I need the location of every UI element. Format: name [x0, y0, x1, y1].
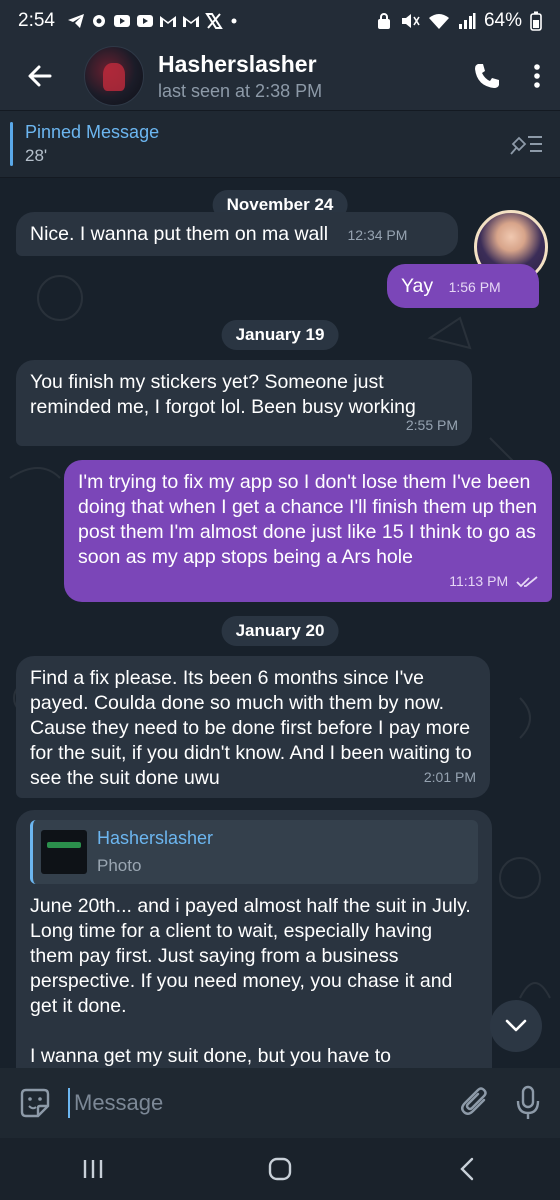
message-time: 12:34 PM: [347, 227, 408, 243]
reply-preview[interactable]: Hasherslasher Photo: [30, 820, 478, 884]
nav-back-button[interactable]: [437, 1147, 497, 1191]
battery-level: 64%: [483, 10, 522, 31]
system-navigation-bar: [0, 1138, 560, 1200]
paperclip-icon[interactable]: [460, 1086, 492, 1120]
dot-icon: [231, 18, 237, 24]
phone-icon[interactable]: [472, 61, 502, 91]
recents-button[interactable]: [63, 1147, 123, 1191]
nav-back-icon: [459, 1157, 473, 1181]
x-icon: [205, 13, 223, 29]
message-text: June 20th... and i payed almost half the…: [30, 895, 471, 1017]
telegram-icon: [67, 14, 84, 28]
home-button[interactable]: [250, 1147, 310, 1191]
message-text: Find a fix please. Its been 6 months sin…: [30, 667, 472, 789]
message-time: 2:55 PM: [405, 417, 458, 433]
settings-icon: [92, 15, 105, 27]
pinned-preview: 28': [25, 146, 48, 165]
battery-icon: [530, 11, 542, 31]
message-text: I'm trying to fix my app so I don't lose…: [78, 471, 538, 568]
chat-title: Hasherslasher: [158, 50, 317, 77]
incoming-message[interactable]: Find a fix please. Its been 6 months sin…: [16, 656, 490, 798]
home-icon: [268, 1157, 292, 1181]
last-seen-status: last seen at 2:38 PM: [158, 80, 323, 101]
message-text: Nice. I wanna put them on ma wall: [30, 223, 329, 245]
recents-icon: [84, 1160, 103, 1178]
message-time: 2:01 PM: [423, 769, 476, 785]
status-bar: 2:54 64%: [0, 0, 560, 42]
incoming-message[interactable]: You finish my stickers yet? Someone just…: [16, 360, 472, 446]
reply-photo-thumbnail: [41, 830, 87, 874]
message-time: 11:13 PM: [449, 573, 509, 589]
lock-icon: [377, 13, 390, 29]
pinned-indicator: [10, 122, 13, 166]
chevron-down-icon: [505, 1019, 527, 1032]
incoming-message[interactable]: Nice. I wanna put them on ma wall 12:34 …: [16, 212, 458, 256]
message-input[interactable]: [68, 1088, 450, 1118]
outgoing-message[interactable]: Yay 1:56 PM: [387, 264, 539, 308]
reply-type: Photo: [97, 856, 142, 875]
message-text-continued: I wanna get my suit done, but you have t…: [30, 1045, 391, 1067]
incoming-reply-message[interactable]: Hasherslasher Photo June 20th... and i p…: [16, 810, 492, 1068]
contact-info[interactable]: Hasherslasher last seen at 2:38 PM: [158, 51, 322, 102]
reply-author: Hasherslasher: [97, 828, 214, 848]
pin-list-icon[interactable]: [510, 132, 544, 156]
wifi-icon: [428, 14, 449, 29]
microphone-icon[interactable]: [516, 1085, 540, 1121]
gmail-icon: [159, 16, 176, 27]
contact-avatar[interactable]: [84, 46, 144, 106]
message-list[interactable]: November 24 Nice. I wanna put them on ma…: [0, 178, 560, 1068]
youtube-icon: [113, 15, 130, 27]
chat-header: Hasherslasher last seen at 2:38 PM: [0, 42, 560, 110]
back-button[interactable]: [10, 46, 70, 106]
date-separator: January 19: [221, 320, 339, 350]
more-vertical-icon[interactable]: [532, 61, 542, 91]
message-text: Yay: [401, 275, 434, 297]
message-composer: [0, 1068, 560, 1138]
message-status: 11:13 PM: [449, 569, 538, 594]
gmail-icon-2: [182, 16, 199, 27]
arrow-left-icon: [28, 65, 52, 87]
pinned-title: Pinned Message: [25, 122, 160, 142]
double-check-icon: [516, 576, 538, 588]
mute-icon: [401, 14, 420, 28]
message-text: You finish my stickers yet? Someone just…: [30, 371, 416, 418]
scroll-to-bottom-button[interactable]: [490, 1000, 542, 1052]
sticker-emoji-icon[interactable]: [18, 1086, 52, 1120]
youtube-icon-2: [136, 15, 153, 27]
signal-icon: [458, 13, 476, 29]
notification-icons: [67, 13, 246, 29]
outgoing-message[interactable]: I'm trying to fix my app so I don't lose…: [64, 460, 552, 602]
date-separator: January 20: [221, 616, 339, 646]
status-time: 2:54: [18, 10, 55, 31]
pinned-message-bar[interactable]: Pinned Message 28': [0, 110, 560, 178]
message-time: 1:56 PM: [448, 279, 501, 295]
